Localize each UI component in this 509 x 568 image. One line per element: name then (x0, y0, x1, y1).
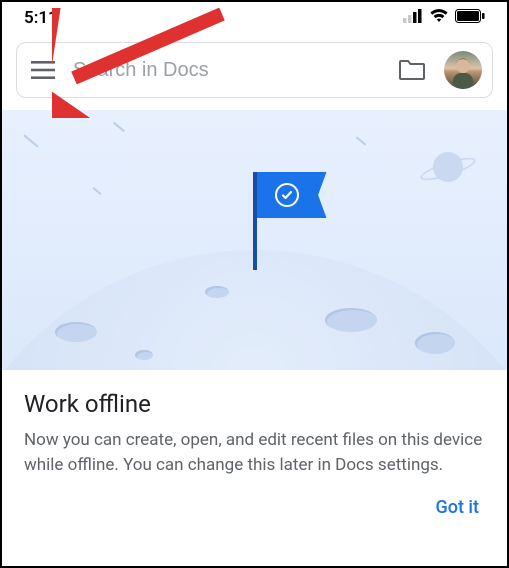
got-it-button[interactable]: Got it (435, 497, 479, 518)
cell-signal-icon (403, 8, 423, 28)
wifi-icon (429, 8, 449, 28)
search-row (16, 42, 493, 98)
status-time: 5:11 (24, 8, 58, 28)
status-right (403, 8, 485, 28)
folder-button[interactable] (394, 52, 430, 88)
menu-button[interactable] (27, 54, 59, 86)
avatar[interactable] (444, 51, 482, 89)
folder-icon (399, 59, 425, 81)
offline-check-icon (275, 183, 299, 207)
avatar-image (444, 51, 482, 89)
flag-icon (257, 172, 327, 218)
offline-card: Work offline Now you can create, open, a… (2, 370, 507, 491)
search-input[interactable] (73, 59, 380, 82)
offline-illustration (2, 110, 507, 370)
card-title: Work offline (24, 390, 485, 418)
battery-icon (455, 8, 485, 28)
flag-pole (253, 172, 257, 270)
card-body: Now you can create, open, and edit recen… (24, 428, 485, 477)
search-bar (16, 42, 493, 98)
menu-icon (31, 61, 55, 79)
card-actions: Got it (2, 491, 507, 532)
status-bar: 5:11 (2, 2, 507, 34)
